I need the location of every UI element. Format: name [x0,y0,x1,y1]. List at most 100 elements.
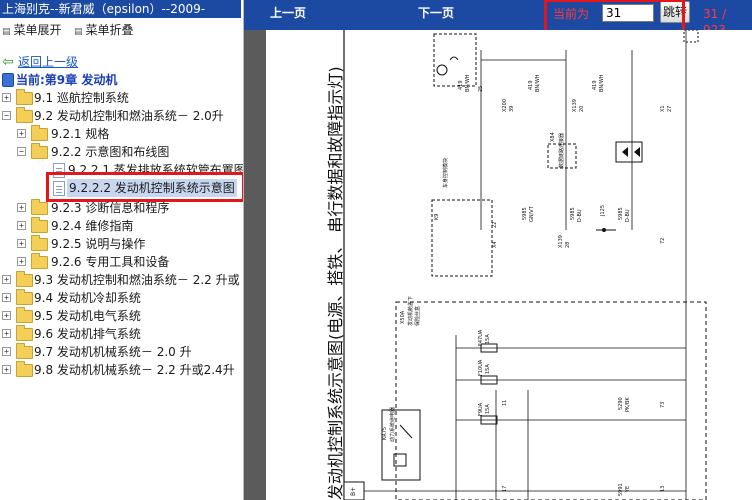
pin-label: 13 [660,485,666,492]
current-page-label: 当前为 [553,7,590,21]
wire-label: 419 [528,80,534,90]
pin-label: 20 [579,105,585,112]
wire-label: 5985 [522,207,528,220]
tree-item-label[interactable]: 9.2.1 规格 [51,125,109,143]
tree-item-label[interactable]: 9.7 发动机机械系统－ 2.0 升 [34,343,192,361]
viewer-toolbar: 上一页 下一页 当前为 跳转 31 / 923 [244,0,752,37]
expand-toggle-icon[interactable]: + [17,257,26,266]
tree-item-label[interactable]: 9.2.2 示意图和布线图 [51,143,169,161]
fuse-label: F9UA [478,402,484,416]
tree-item-label[interactable]: 9.2 发动机控制和燃油系统－ 2.0升 [34,107,224,125]
expand-toggle-icon[interactable]: + [2,311,11,320]
wire-label: 5290 [618,397,624,410]
wire-label: 419 [458,80,464,90]
tree-item-label[interactable]: 9.2.4 维修指南 [51,217,133,235]
expand-toggle-icon[interactable]: + [2,365,11,374]
fuse-label: F10UA [478,359,484,376]
expand-toggle-icon[interactable]: + [17,221,26,230]
prev-page-button[interactable]: 上一页 [270,0,306,26]
folder-icon [31,253,48,269]
connector-label: X139 [572,99,578,112]
tree-item-label[interactable]: 9.2.3 诊断信息和程序 [51,199,169,217]
wire-label: 5985 [570,207,576,220]
navigation-pane: 上海别克--新君威（epsilon）--2009- ▤ 菜单展开 ▤ 菜单折叠 ⇦ … [0,0,244,500]
collapse-icon: ▤ [74,27,83,37]
pin-label: 17 [502,485,508,492]
schematic-title: 发动机控制系统示意图(电源、搭铁、 串行数据和故障指示灯) [326,66,345,500]
component-label: K9 [434,213,440,220]
tree-item-label[interactable]: 9.3 发动机控制和燃油系统－ 2.2 升或 [34,271,240,289]
current-chapter-label: 当前:第9章 发动机 [16,73,118,87]
tree-item-label[interactable]: 9.1 巡航控制系统 [34,89,129,107]
fuse-label: 15A [485,364,491,374]
connector-label: X139 [558,235,564,248]
expand-toggle-icon[interactable]: + [2,93,11,102]
expand-menu-label: 菜单展开 [13,23,62,37]
collapse-toggle-icon[interactable]: − [2,111,11,120]
component-label: 发动机舱盖下 [408,295,414,326]
connector-label: X4 [492,241,498,248]
expand-icon: ▤ [2,27,11,37]
collapse-menu-label: 菜单折叠 [85,23,134,37]
wire-label: 25 [478,85,484,92]
folder-open-icon [31,143,48,159]
component-label: 车身控制模块 [443,157,449,188]
component-label: X84 [550,132,556,142]
annotation-highlight-box [46,172,243,202]
expand-toggle-icon[interactable]: + [2,293,11,302]
collapse-toggle-icon[interactable]: − [17,147,26,156]
tree-item-label[interactable]: 9.8 发动机机械系统－ 2.2 升或2.4升 [34,361,235,379]
fuse-label: 15A [485,334,491,344]
expand-menu-button[interactable]: ▤ 菜单展开 [2,20,62,40]
book-title: 上海别克--新君威（epsilon）--2009- [0,0,241,18]
expand-toggle-icon[interactable]: + [2,329,11,338]
expand-toggle-icon[interactable]: + [17,239,26,248]
pin-label: 28 [565,241,571,248]
component-label: 保险丝盒 [415,305,421,326]
folder-icon [31,235,48,251]
expand-toggle-icon[interactable]: + [17,129,26,138]
power-label: B+ [350,486,357,496]
wire-label: 5985 [618,207,624,220]
pin-label: 11 [502,399,508,406]
page-number-input[interactable] [602,4,654,22]
wire-label: D-BU [577,209,583,222]
schematic-page: 发动机控制系统示意图(电源、搭铁、 串行数据和故障指示灯) 419 BN/WH … [266,30,752,500]
expand-toggle-icon[interactable]: + [2,275,11,284]
tree-item-label[interactable]: 9.6 发动机排气系统 [34,325,141,343]
relay-label: 动力系统继电器 [390,406,396,442]
tree-item-label[interactable]: 9.5 发动机电气系统 [34,307,141,325]
folder-icon [31,217,48,233]
back-arrow-icon: ⇦ [2,54,14,70]
folder-open-icon [16,107,33,123]
splice-label: J125 [600,204,606,216]
wire-label: 5991 [618,483,624,496]
folder-icon [16,361,33,377]
component-label: 数据链路连接器 [559,132,565,168]
folder-icon [16,343,33,359]
tree-item-label[interactable]: 9.2.5 说明与操作 [51,235,145,253]
folder-icon [31,199,48,215]
back-link[interactable]: 返回上一级 [18,53,78,71]
wire-label: BN/WH [599,74,605,92]
relay-label: KR75 [382,426,388,440]
pin-label: 27 [667,105,673,112]
pin-label: 72 [660,237,666,244]
wire-label: YE [625,485,631,492]
expand-toggle-icon[interactable]: + [17,203,26,212]
menu-bar: ▤ 菜单展开 ▤ 菜单折叠 [0,20,243,40]
tree-item-label[interactable]: 9.2.6 专用工具和设备 [51,253,169,271]
tree-item-label[interactable]: 9.4 发动机冷却系统 [34,289,141,307]
wire-label: BN/WH [465,74,471,92]
collapse-menu-button[interactable]: ▤ 菜单折叠 [74,20,134,40]
connector-label: X1 [660,105,666,112]
folder-icon [16,289,33,305]
wire-label: PK/BK [625,397,631,412]
wire-label: BN/WH [535,74,541,92]
folder-icon [16,89,33,105]
jump-button[interactable]: 跳转 [660,1,690,23]
connector-label: X200 [502,99,508,112]
component-label: X50A [400,310,406,324]
expand-toggle-icon[interactable]: + [2,347,11,356]
next-page-button[interactable]: 下一页 [418,0,454,26]
